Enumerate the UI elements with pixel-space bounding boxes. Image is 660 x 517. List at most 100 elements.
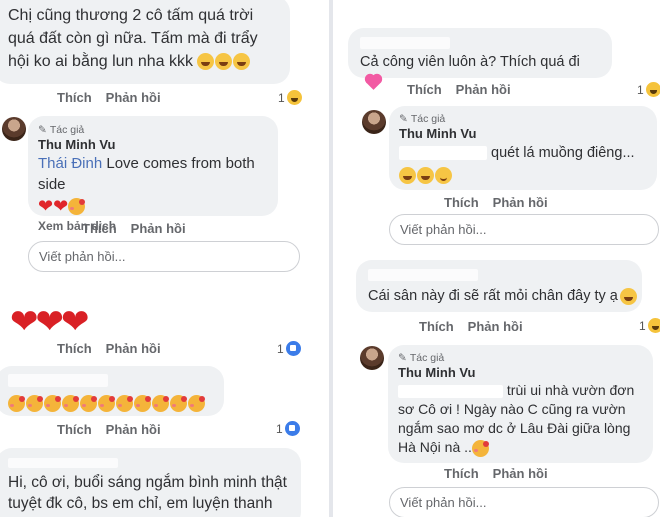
emoji-row bbox=[399, 167, 647, 185]
avatar[interactable] bbox=[2, 117, 26, 141]
comment-text-content: Cả công viên luôn à? Thích quá đi bbox=[360, 54, 580, 70]
reaction-count[interactable]: 1 bbox=[637, 82, 660, 97]
reply-button[interactable]: Phản hồi bbox=[131, 221, 186, 236]
comment-actions: Thích Phản hồi bbox=[82, 221, 186, 236]
reply-button[interactable]: Phản hồi bbox=[106, 341, 161, 356]
comment-author[interactable]: Thu Minh Vu bbox=[38, 137, 268, 152]
comment-actions: Thích Phản hồi bbox=[57, 341, 161, 356]
reaction-count-value: 1 bbox=[637, 82, 644, 97]
comment-text: quét lá muồng điêng... bbox=[399, 143, 647, 163]
comment-text: trùi ui nhà vườn đơn sơ Cô ơi ! Ngày nào… bbox=[398, 381, 643, 457]
like-button[interactable]: Thích bbox=[82, 221, 117, 236]
reply-input[interactable]: Viết phản hồi... bbox=[28, 241, 300, 272]
laugh-emoji bbox=[197, 53, 215, 71]
comment-text-line: trùi ui nhà vườn đơn bbox=[398, 381, 643, 400]
emoji-row: ❤❤ bbox=[38, 197, 268, 215]
comment-text-content: Cái sân này đi sẽ rất mỏi chân đây ty ạ bbox=[368, 288, 618, 304]
reaction-count[interactable]: 1 bbox=[278, 90, 302, 105]
redacted-name bbox=[368, 268, 478, 281]
avatar[interactable] bbox=[362, 110, 386, 134]
love-face-emoji bbox=[116, 395, 133, 413]
like-button[interactable]: Thích bbox=[57, 422, 92, 437]
comment-bubble: Cái sân này đi sẽ rất mỏi chân đây ty ạ bbox=[356, 260, 642, 312]
heart-emoji: ❤ bbox=[10, 303, 39, 341]
love-face-emoji bbox=[44, 395, 61, 413]
comment-bubble: Hi, cô ơi, buổi sáng ngắm bình minh thật… bbox=[0, 448, 301, 517]
heart-emoji: ❤ bbox=[35, 303, 65, 341]
author-badge: ✎ Tác giả bbox=[38, 123, 268, 137]
like-button[interactable]: Thích bbox=[57, 90, 92, 105]
reaction-count-value: 1 bbox=[277, 341, 284, 356]
heart-emoji: ❤ bbox=[61, 303, 90, 341]
haha-icon bbox=[647, 318, 660, 333]
laugh-emoji bbox=[215, 53, 233, 71]
like-button[interactable]: Thích bbox=[444, 195, 479, 210]
reaction-count[interactable]: 1 bbox=[276, 421, 300, 436]
reaction-count[interactable]: 1 bbox=[277, 341, 301, 356]
love-face-emoji bbox=[80, 395, 97, 413]
love-face-emoji bbox=[152, 395, 169, 413]
author-badge: ✎ Tác giả bbox=[398, 351, 643, 365]
pencil-icon: ✎ bbox=[399, 113, 408, 125]
redacted-name bbox=[398, 384, 503, 398]
comment-text: Thái Đinh Love comes from both side bbox=[38, 153, 268, 195]
reply-button[interactable]: Phản hồi bbox=[106, 90, 161, 105]
love-face-emoji bbox=[8, 395, 25, 413]
like-button[interactable]: Thích bbox=[57, 341, 92, 356]
laugh-emoji bbox=[619, 287, 637, 305]
comment-actions: Thích Phản hồi bbox=[407, 82, 511, 97]
comment-text-line: sơ Cô ơi ! Ngày nào C cũng ra vườn ngắm … bbox=[398, 400, 643, 457]
author-badge-label: Tác giả bbox=[49, 124, 85, 136]
reaction-count-value: 1 bbox=[278, 90, 285, 105]
love-face-emoji bbox=[68, 197, 86, 215]
author-badge: ✎ Tác giả bbox=[399, 112, 647, 126]
panel-divider bbox=[329, 0, 333, 517]
reply-button[interactable]: Phản hồi bbox=[493, 466, 548, 481]
comment-actions: Thích Phản hồi bbox=[57, 90, 161, 105]
laugh-emoji-row bbox=[197, 53, 251, 71]
comment-text: Hi, cô ơi, buổi sáng ngắm bình minh thật… bbox=[8, 474, 287, 517]
haha-icon bbox=[645, 82, 660, 97]
comment-author[interactable]: Thu Minh Vu bbox=[399, 126, 647, 141]
comment-text-content: sơ Cô ơi ! Ngày nào C cũng ra vườn ngắm … bbox=[398, 401, 631, 455]
comment-author[interactable]: Thu Minh Vu bbox=[398, 365, 643, 380]
reply-input[interactable]: Viết phản hồi... bbox=[389, 214, 659, 245]
reply-bubble: ✎ Tác giả Thu Minh Vu quét lá muồng điên… bbox=[389, 106, 657, 190]
avatar[interactable] bbox=[360, 346, 384, 370]
reply-bubble: ✎ Tác giả Thu Minh Vu trùi ui nhà vườn đ… bbox=[388, 345, 653, 463]
like-button[interactable]: Thích bbox=[407, 82, 442, 97]
pencil-icon: ✎ bbox=[38, 124, 47, 136]
reply-bubble: ✎ Tác giả Thu Minh Vu Thái Đinh Love com… bbox=[28, 116, 278, 233]
heart-emoji: ❤ bbox=[53, 196, 69, 216]
like-button[interactable]: Thích bbox=[419, 319, 454, 334]
smile-emoji bbox=[435, 167, 452, 185]
love-face-emoji bbox=[98, 395, 115, 413]
laugh-emoji bbox=[417, 167, 434, 185]
mention-link[interactable]: Thái Đinh bbox=[38, 155, 102, 172]
love-face-emoji bbox=[62, 395, 79, 413]
right-comment-panel: Cả công viên luôn à? Thích quá đi Thích … bbox=[334, 0, 660, 517]
love-face-emoji bbox=[134, 395, 151, 413]
comment-text-content: quét lá muồng điêng... bbox=[491, 145, 635, 161]
reaction-count-value: 1 bbox=[276, 421, 283, 436]
love-face-emoji bbox=[188, 395, 205, 413]
like-button[interactable]: Thích bbox=[444, 466, 479, 481]
laugh-emoji bbox=[233, 53, 251, 71]
redacted-name bbox=[8, 457, 118, 468]
comment-bubble bbox=[0, 366, 224, 416]
reply-button[interactable]: Phản hồi bbox=[493, 195, 548, 210]
author-badge-label: Tác giả bbox=[409, 352, 445, 364]
reply-button[interactable]: Phản hồi bbox=[106, 422, 161, 437]
heart-emoji: ❤ bbox=[38, 196, 54, 216]
haha-icon bbox=[286, 90, 302, 105]
love-face-emoji bbox=[471, 439, 489, 457]
reaction-count[interactable]: 1 bbox=[639, 318, 660, 333]
comment-actions: Thích Phản hồi bbox=[444, 466, 548, 481]
hearts-comment: ❤❤❤ bbox=[10, 303, 90, 341]
comment-text-content: trùi ui nhà vườn đơn bbox=[506, 382, 635, 398]
reply-button[interactable]: Phản hồi bbox=[456, 82, 511, 97]
redacted-name bbox=[399, 146, 487, 161]
reply-input[interactable]: Viết phản hồi... bbox=[389, 487, 659, 517]
redacted-name bbox=[8, 374, 108, 388]
reply-button[interactable]: Phản hồi bbox=[468, 319, 523, 334]
